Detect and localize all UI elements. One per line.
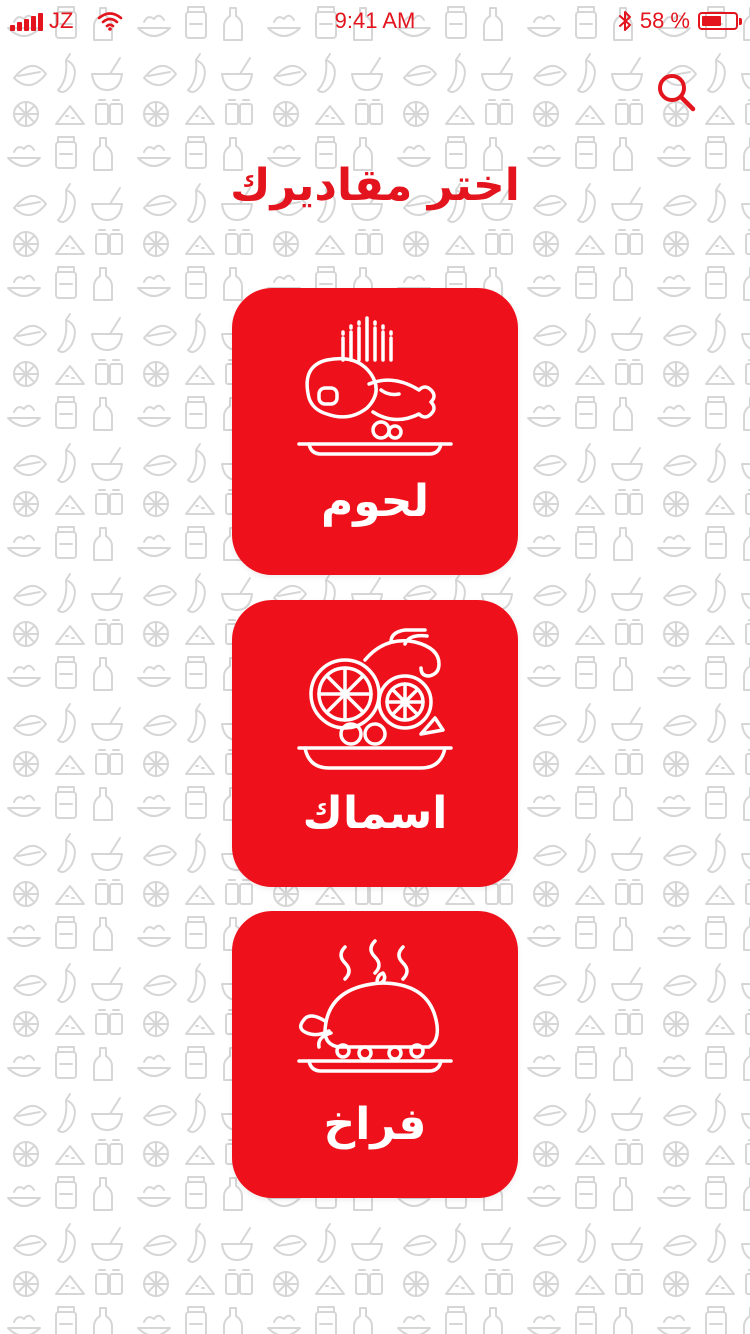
battery-percentage: 58 % — [639, 8, 690, 33]
status-bar: JZ 9:41 AM 58 % — [0, 0, 750, 40]
page-title: اختر مقاديرك — [230, 160, 520, 211]
category-card-poultry[interactable]: فراخ — [232, 911, 518, 1198]
status-right: 58 % — [618, 8, 742, 34]
meat-icon — [297, 316, 453, 456]
search-button[interactable] — [652, 68, 700, 116]
roast-chicken-icon — [297, 939, 453, 1073]
bluetooth-icon — [618, 11, 631, 31]
battery-icon — [698, 12, 742, 30]
category-card-meat[interactable]: لحوم — [232, 288, 518, 575]
category-card-fish[interactable]: اسماك — [232, 600, 518, 887]
search-icon — [658, 74, 696, 112]
battery-level — [702, 16, 721, 26]
category-label-poultry: فراخ — [323, 1099, 427, 1150]
category-label-fish: اسماك — [302, 788, 448, 839]
category-label-meat: لحوم — [320, 476, 430, 527]
fish-icon — [297, 628, 453, 770]
